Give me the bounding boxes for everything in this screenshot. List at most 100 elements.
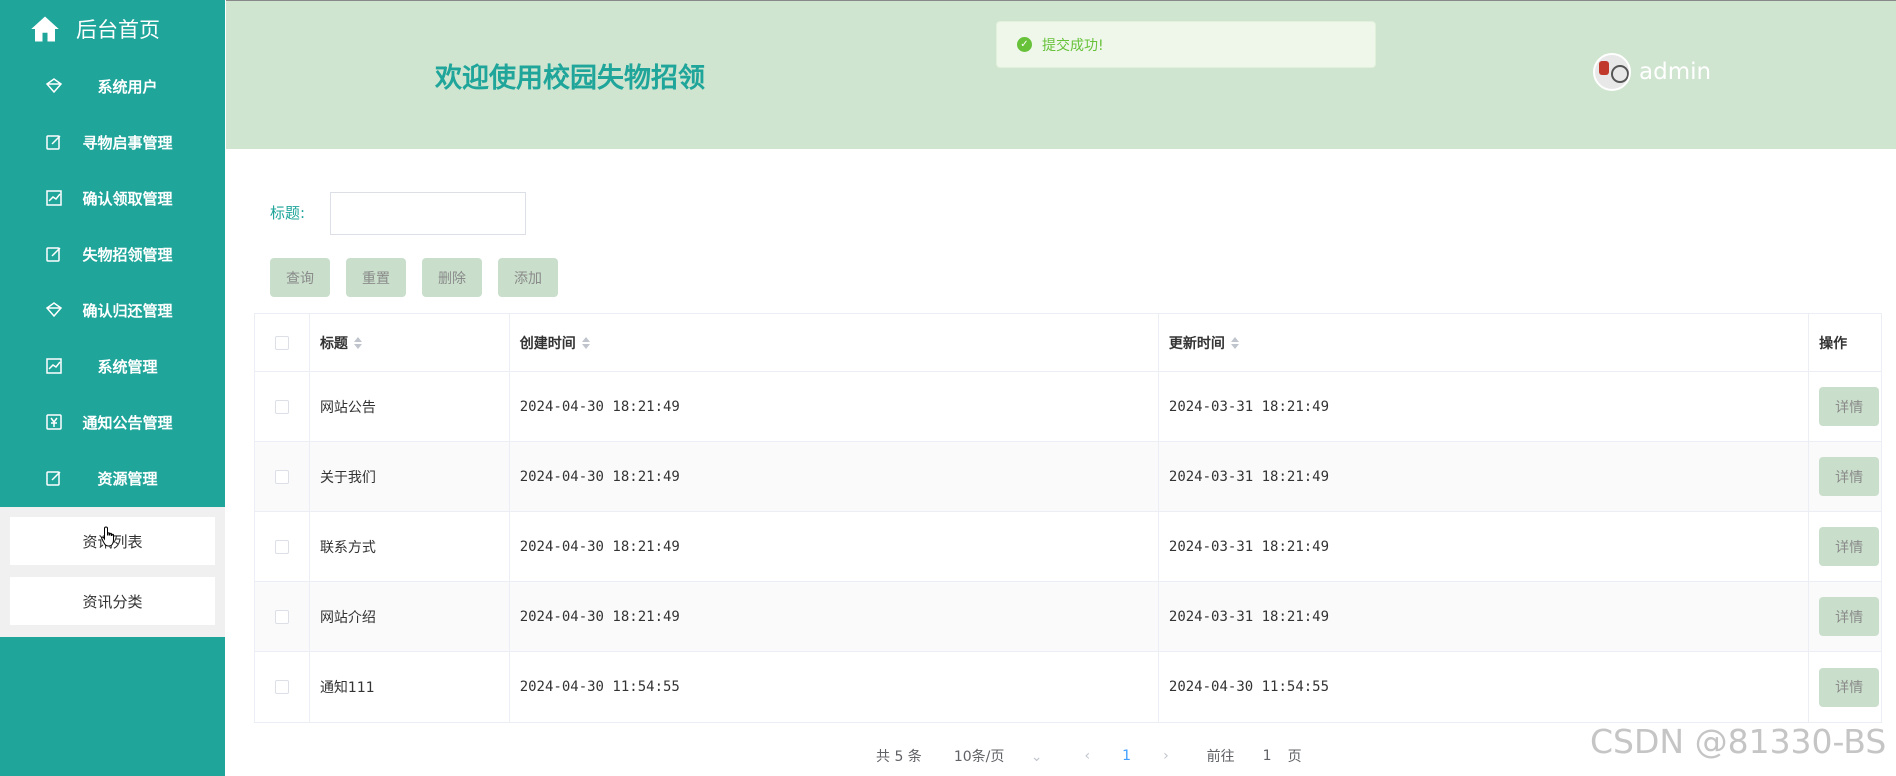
success-toast: ✓ 提交成功! xyxy=(996,21,1376,68)
sidebar-item-label: 资源管理 xyxy=(97,469,158,488)
main-content: 标题: 查询 重置 删除 添加 标题 创建时间 更新时间 操作 网站公告 202… xyxy=(226,157,1896,776)
chart-icon xyxy=(44,356,64,376)
cell-updated: 2024-04-30 11:54:55 xyxy=(1159,652,1810,722)
cell-actions: 详情 xyxy=(1809,652,1881,722)
cell-updated: 2024-03-31 18:21:49 xyxy=(1159,512,1810,581)
detail-button[interactable]: 详情 xyxy=(1819,457,1880,496)
sidebar-item-label: 寻物启事管理 xyxy=(82,133,173,152)
column-label: 标题 xyxy=(319,335,348,352)
cell-title: 关于我们 xyxy=(310,442,510,511)
submenu-item-news-category[interactable]: 资讯分类 xyxy=(10,577,215,625)
delete-button[interactable]: 删除 xyxy=(422,258,482,297)
detail-button[interactable]: 详情 xyxy=(1819,597,1880,636)
cell-created: 2024-04-30 18:21:49 xyxy=(510,442,1159,511)
title-search-input[interactable] xyxy=(330,192,526,235)
goto-prefix: 前往 xyxy=(1206,749,1235,765)
row-checkbox[interactable] xyxy=(274,539,289,554)
row-checkbox[interactable] xyxy=(274,609,289,624)
row-check-cell xyxy=(255,512,310,581)
sidebar-home-label: 后台首页 xyxy=(76,18,160,42)
goto-page-input[interactable]: 1 xyxy=(1263,748,1272,764)
user-name[interactable]: admin xyxy=(1639,59,1711,85)
row-check-cell xyxy=(255,582,310,651)
sidebar-item-label: 确认归还管理 xyxy=(82,301,173,320)
cell-actions: 详情 xyxy=(1809,442,1881,511)
column-header-updated[interactable]: 更新时间 xyxy=(1159,314,1810,371)
home-icon xyxy=(31,16,59,42)
next-page-icon[interactable]: › xyxy=(1163,748,1169,764)
toast-message: 提交成功! xyxy=(1042,37,1104,54)
prev-page-icon[interactable]: ‹ xyxy=(1085,748,1091,764)
cell-title: 网站公告 xyxy=(310,372,510,441)
sidebar-item-confirm-return[interactable]: 确认归还管理 xyxy=(0,282,225,338)
sidebar-item-lost-notice[interactable]: 寻物启事管理 xyxy=(0,114,225,170)
cell-actions: 详情 xyxy=(1809,582,1881,651)
cell-created: 2024-04-30 18:21:49 xyxy=(510,372,1159,441)
sort-icon[interactable] xyxy=(353,336,362,349)
sort-icon[interactable] xyxy=(1230,336,1239,349)
check-circle-icon: ✓ xyxy=(1017,37,1032,52)
money-icon xyxy=(44,412,64,432)
table-row: 网站公告 2024-04-30 18:21:49 2024-03-31 18:2… xyxy=(255,372,1881,442)
sidebar-item-label: 失物招领管理 xyxy=(82,245,173,264)
pagination-total: 共 5 条 xyxy=(876,749,922,765)
page-number-current[interactable]: 1 xyxy=(1122,748,1131,764)
user-menu[interactable]: admin xyxy=(1593,53,1711,91)
chevron-down-icon: ⌄ xyxy=(1030,749,1043,765)
row-check-cell xyxy=(255,372,310,441)
column-header-created[interactable]: 创建时间 xyxy=(510,314,1159,371)
diamond-icon xyxy=(44,76,64,96)
header: 欢迎使用校园失物招领 admin ✓ 提交成功! xyxy=(226,0,1896,149)
column-label: 创建时间 xyxy=(519,335,576,352)
edit-icon xyxy=(44,468,64,488)
detail-button[interactable]: 详情 xyxy=(1819,527,1880,566)
edit-icon xyxy=(44,132,64,152)
query-button[interactable]: 查询 xyxy=(270,258,330,297)
detail-button[interactable]: 详情 xyxy=(1819,387,1880,426)
hand-cursor-icon xyxy=(101,526,114,547)
column-header-title[interactable]: 标题 xyxy=(310,314,510,371)
table-row: 通知111 2024-04-30 11:54:55 2024-04-30 11:… xyxy=(255,652,1881,722)
page-size-select[interactable]: 10条/页 ⌄ xyxy=(954,746,1055,766)
row-checkbox[interactable] xyxy=(274,399,289,414)
sidebar-item-label: 系统管理 xyxy=(97,357,158,376)
sidebar-item-label: 通知公告管理 xyxy=(82,413,173,432)
sort-icon[interactable] xyxy=(581,336,590,349)
cell-title: 网站介绍 xyxy=(310,582,510,651)
page-size-value: 10条/页 xyxy=(953,749,1005,765)
avatar[interactable] xyxy=(1593,53,1631,91)
sidebar: 后台首页 系统用户 寻物启事管理 确认领取管理 失物招领管理 确认归还管理 系统… xyxy=(0,0,225,776)
row-checkbox[interactable] xyxy=(274,680,289,694)
row-checkbox[interactable] xyxy=(274,469,289,484)
cell-created: 2024-04-30 18:21:49 xyxy=(510,512,1159,581)
sidebar-home[interactable]: 后台首页 xyxy=(0,0,225,58)
sidebar-item-label: 系统用户 xyxy=(97,77,158,96)
cell-created: 2024-04-30 18:21:49 xyxy=(510,582,1159,651)
sidebar-item-system-users[interactable]: 系统用户 xyxy=(0,58,225,114)
chart-icon xyxy=(44,188,64,208)
sidebar-item-system-manage[interactable]: 系统管理 xyxy=(0,338,225,394)
cell-updated: 2024-03-31 18:21:49 xyxy=(1159,442,1810,511)
cell-actions: 详情 xyxy=(1809,512,1881,581)
data-table: 标题 创建时间 更新时间 操作 网站公告 2024-04-30 18:21:49… xyxy=(254,313,1882,723)
cell-updated: 2024-03-31 18:21:49 xyxy=(1159,582,1810,651)
search-label: 标题: xyxy=(270,204,306,222)
reset-button[interactable]: 重置 xyxy=(346,258,406,297)
column-label: 更新时间 xyxy=(1168,335,1225,352)
pagination: 共 5 条 10条/页 ⌄ ‹ 1 › 前往 1 页 xyxy=(876,745,1314,767)
table-row: 关于我们 2024-04-30 18:21:49 2024-03-31 18:2… xyxy=(255,442,1881,512)
sidebar-item-label: 确认领取管理 xyxy=(82,189,173,208)
select-all-checkbox[interactable] xyxy=(274,335,289,350)
column-header-actions: 操作 xyxy=(1809,314,1881,371)
sidebar-item-found-manage[interactable]: 失物招领管理 xyxy=(0,226,225,282)
sidebar-item-notice-manage[interactable]: 通知公告管理 xyxy=(0,394,225,450)
sidebar-item-confirm-claim[interactable]: 确认领取管理 xyxy=(0,170,225,226)
detail-button[interactable]: 详情 xyxy=(1819,667,1880,707)
goto-suffix: 页 xyxy=(1287,749,1302,765)
watermark: CSDN @81330-BS xyxy=(1590,722,1887,761)
cell-title: 联系方式 xyxy=(310,512,510,581)
sidebar-item-resource-manage[interactable]: 资源管理 xyxy=(0,450,225,506)
column-label: 操作 xyxy=(1819,335,1848,352)
add-button[interactable]: 添加 xyxy=(498,258,558,297)
row-check-cell xyxy=(255,442,310,511)
